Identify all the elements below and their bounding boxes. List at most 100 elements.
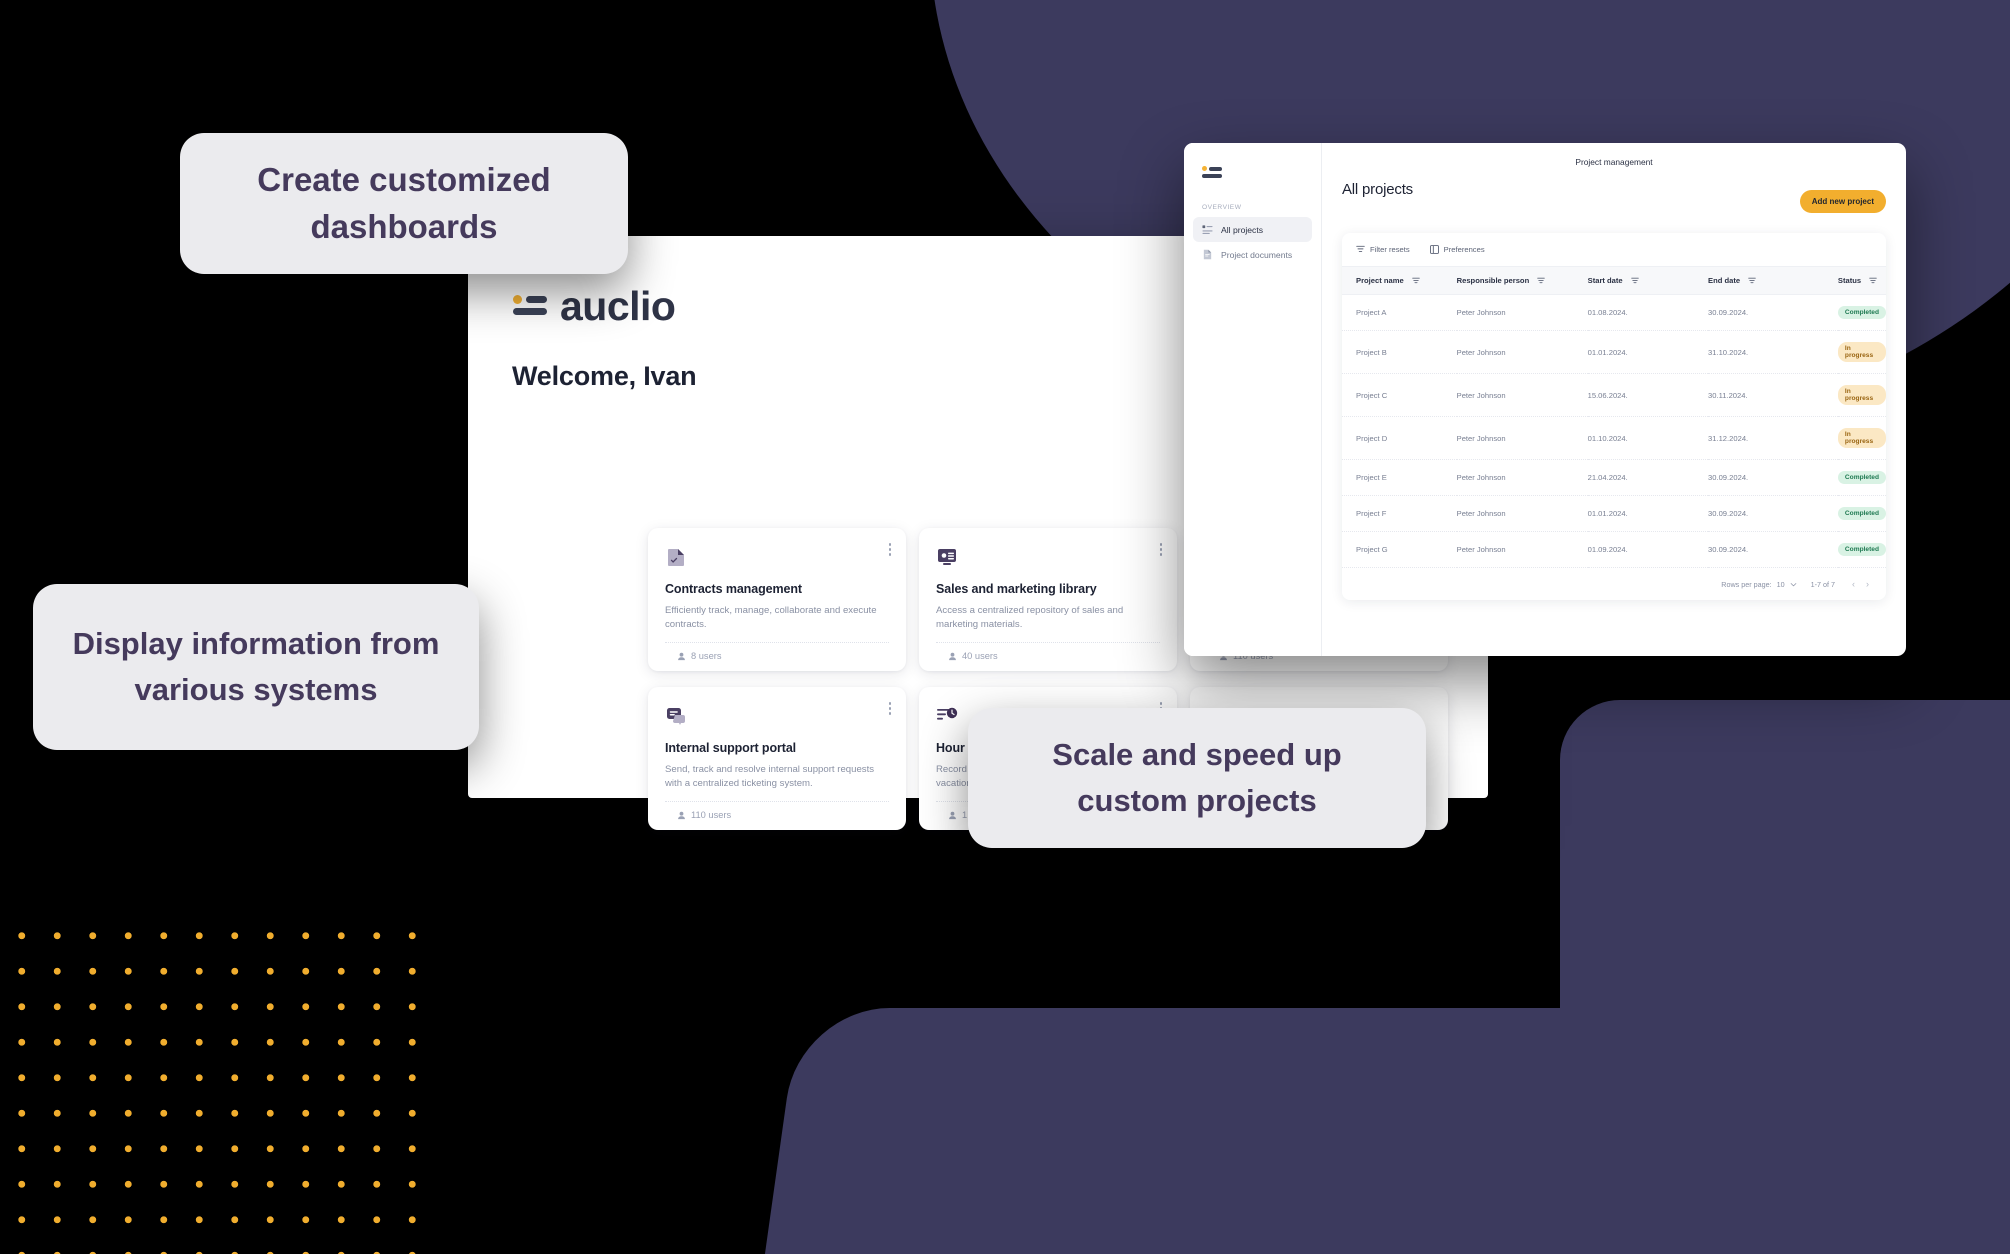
cell-end-date: 30.09.2024. — [1708, 459, 1838, 496]
cell-status: Completed — [1837, 459, 1886, 496]
status-badge: In progress — [1837, 385, 1886, 405]
app-card-internal-support-portal[interactable]: Internal support portal Send, track and … — [648, 687, 906, 830]
sidebar-item-project-documents[interactable]: Project documents — [1193, 242, 1312, 267]
cell-end-date: 31.12.2024. — [1708, 416, 1838, 460]
table-row[interactable]: Project A Peter Johnson 01.08.2024. 30.09.2… — [1342, 294, 1886, 331]
projects-table: Project name Responsible person Start da… — [1342, 266, 1886, 568]
card-menu-icon[interactable] — [1159, 543, 1163, 556]
presentation-icon — [936, 546, 958, 568]
column-label: Start date — [1587, 276, 1623, 285]
cell-end-date: 30.09.2024. — [1708, 531, 1838, 568]
table-row[interactable]: Project F Peter Johnson 01.01.2024. 30.09.2… — [1342, 495, 1886, 532]
cell-start-date: 21.04.2024. — [1587, 459, 1709, 496]
status-badge: Completed — [1837, 507, 1886, 520]
card-title: Internal support portal — [665, 741, 797, 755]
preferences-button[interactable]: Preferences — [1429, 245, 1485, 254]
card-title: Sales and marketing library — [936, 582, 1097, 596]
filter-resets-button[interactable]: Filter resets — [1356, 245, 1410, 254]
table-header-row: Project name Responsible person Start da… — [1342, 266, 1886, 295]
table-row[interactable]: Project B Peter Johnson 01.01.2024. 31.10.2… — [1342, 330, 1886, 374]
column-label: Responsible person — [1456, 276, 1530, 285]
cell-status: In progress — [1837, 373, 1886, 417]
callout-scale-and-speed-up: Scale and speed up custom projects — [968, 708, 1426, 848]
card-title: Contracts management — [665, 582, 802, 596]
list-icon — [1202, 225, 1213, 234]
card-user-count: 8 users — [665, 642, 889, 661]
sidebar-section-label: OVERVIEW — [1202, 204, 1242, 211]
cell-responsible-person: Peter Johnson — [1456, 294, 1588, 331]
user-icon — [949, 652, 956, 660]
preferences-label: Preferences — [1443, 245, 1485, 254]
cell-start-date: 01.10.2024. — [1587, 416, 1709, 460]
card-description: Efficiently track, manage, collaborate a… — [665, 605, 877, 630]
card-description: Send, track and resolve internal support… — [665, 764, 875, 789]
filter-icon[interactable] — [1537, 277, 1545, 285]
cell-status: Completed — [1837, 531, 1886, 568]
user-icon — [678, 652, 685, 660]
pagination-prev-button[interactable]: ‹ — [1849, 579, 1858, 589]
filter-icon[interactable] — [1869, 277, 1877, 285]
cell-project-name: Project C — [1342, 373, 1457, 417]
table-row[interactable]: Project D Peter Johnson 01.10.2024. 31.12.2… — [1342, 416, 1886, 460]
cell-end-date: 30.11.2024. — [1708, 373, 1838, 417]
filter-icon[interactable] — [1411, 277, 1420, 285]
user-icon — [949, 811, 956, 819]
clock-list-icon — [936, 705, 958, 727]
brand-name: auclio — [560, 283, 676, 329]
status-badge: In progress — [1837, 342, 1886, 362]
cell-project-name: Project D — [1342, 416, 1457, 460]
filter-icon[interactable] — [1748, 277, 1756, 285]
column-header-responsible-person[interactable]: Responsible person — [1456, 266, 1588, 295]
callout-create-customized-dashboards: Create customized dashboards — [180, 133, 628, 274]
document-icon — [1203, 249, 1212, 260]
projects-table-card: Filter resets Preferences Project name R… — [1342, 233, 1886, 600]
auclio-logo-icon — [512, 290, 547, 324]
project-sidebar: OVERVIEW All projects Project documents — [1184, 143, 1321, 656]
cell-project-name: Project G — [1342, 531, 1457, 568]
cell-responsible-person: Peter Johnson — [1456, 373, 1588, 417]
project-main-area: Project management All projects Add new … — [1321, 143, 1906, 656]
pagination-range: 1-7 of 7 — [1810, 579, 1835, 589]
table-header: Project name Responsible person Start da… — [1342, 266, 1886, 295]
user-icon — [678, 811, 685, 819]
column-header-start-date[interactable]: Start date — [1587, 266, 1709, 295]
cell-project-name: Project F — [1342, 495, 1457, 532]
app-card-sales-marketing-library[interactable]: Sales and marketing library Access a cen… — [919, 528, 1177, 671]
cell-responsible-person: Peter Johnson — [1456, 330, 1588, 374]
column-label: Status — [1837, 276, 1862, 285]
decorative-dot-grid — [0, 912, 420, 1254]
table-row[interactable]: Project G Peter Johnson 01.09.2024. 30.09.2… — [1342, 531, 1886, 568]
add-new-project-button[interactable]: Add new project — [1799, 190, 1886, 213]
card-user-count: 110 users — [665, 801, 889, 820]
sidebar-item-all-projects[interactable]: All projects — [1193, 217, 1312, 242]
table-row[interactable]: Project C Peter Johnson 15.06.2024. 30.11.2… — [1342, 373, 1886, 417]
auclio-logo-icon — [1202, 164, 1222, 184]
card-user-count-label: 8 users — [691, 651, 722, 661]
card-user-count: 40 users — [936, 642, 1160, 661]
cell-responsible-person: Peter Johnson — [1456, 531, 1588, 568]
table-toolbar: Filter resets Preferences — [1342, 233, 1886, 266]
app-card-contracts-management[interactable]: Contracts management Efficiently track, … — [648, 528, 906, 671]
cell-responsible-person: Peter Johnson — [1456, 416, 1588, 460]
document-check-icon — [665, 546, 687, 568]
column-header-project-name[interactable]: Project name — [1342, 266, 1457, 295]
cell-end-date: 30.09.2024. — [1708, 495, 1838, 532]
filter-resets-label: Filter resets — [1370, 245, 1410, 254]
chat-bubble-icon — [665, 705, 687, 727]
card-menu-icon[interactable] — [888, 702, 892, 715]
chevron-down-icon[interactable] — [1790, 581, 1797, 588]
project-management-window: OVERVIEW All projects Project documents … — [1184, 143, 1906, 656]
filter-icon[interactable] — [1630, 277, 1639, 285]
rows-per-page-control[interactable]: Rows per page: 10 — [1721, 580, 1796, 589]
filter-icon — [1356, 245, 1365, 252]
column-header-status[interactable]: Status — [1837, 266, 1886, 295]
status-badge: In progress — [1837, 428, 1886, 448]
column-header-end-date[interactable]: End date — [1708, 266, 1838, 295]
pagination-next-button[interactable]: › — [1863, 579, 1872, 589]
card-description: Access a centralized repository of sales… — [936, 605, 1124, 630]
status-badge: Completed — [1837, 306, 1886, 319]
card-menu-icon[interactable] — [888, 543, 892, 556]
table-row[interactable]: Project E Peter Johnson 21.04.2024. 30.09.2… — [1342, 459, 1886, 496]
table-pagination: Rows per page: 10 1-7 of 7 ‹ › — [1342, 568, 1886, 600]
table-body: Project A Peter Johnson 01.08.2024. 30.09.2… — [1342, 294, 1886, 568]
